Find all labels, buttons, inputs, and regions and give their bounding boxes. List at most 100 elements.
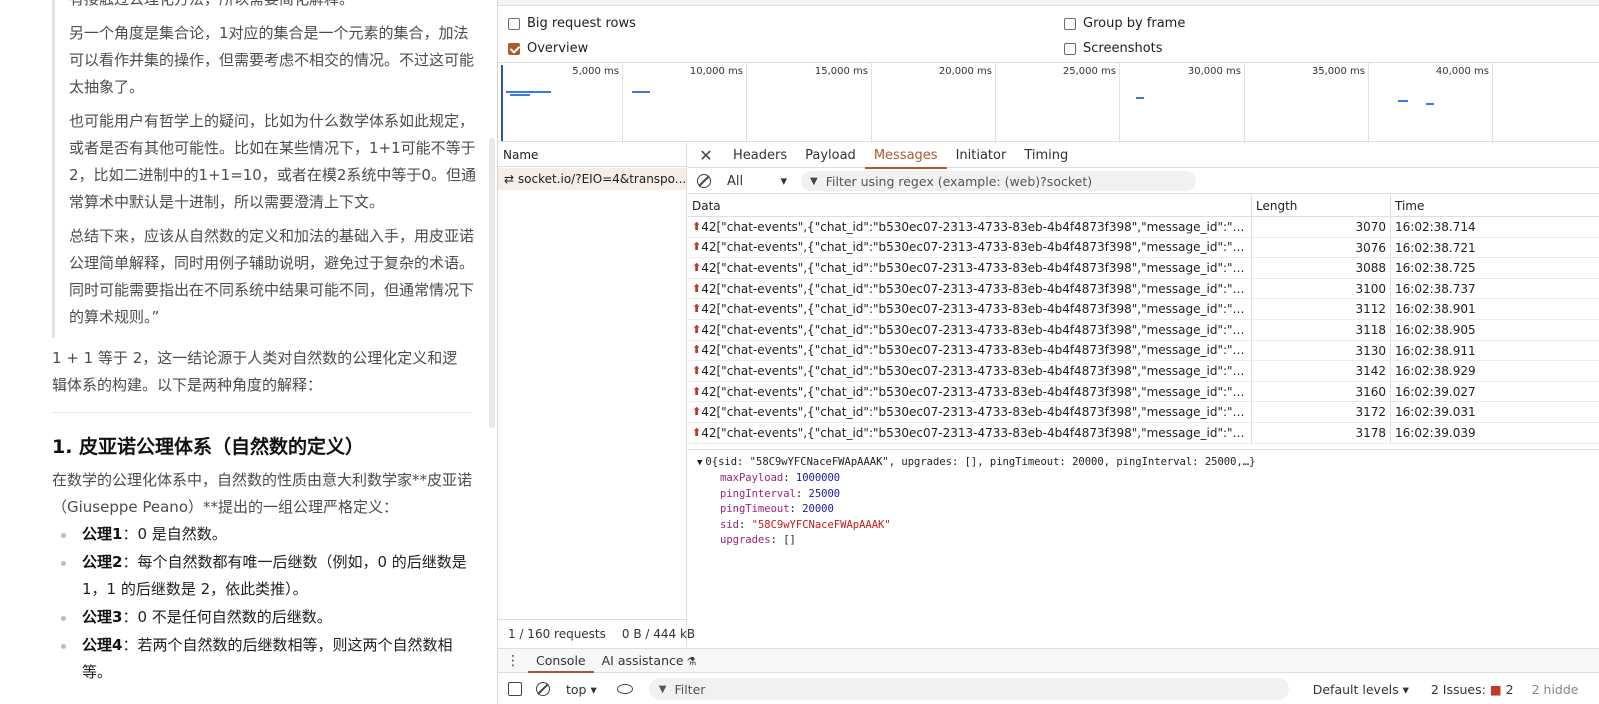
eye-icon[interactable] xyxy=(616,684,633,694)
message-time: 16:02:38.901 xyxy=(1395,302,1476,317)
message-time: 16:02:39.039 xyxy=(1395,425,1476,440)
sidebar-toggle-icon[interactable] xyxy=(508,682,522,696)
big-request-rows-checkbox[interactable] xyxy=(508,17,520,30)
screenshots-checkbox[interactable] xyxy=(1064,42,1076,55)
request-detail-tabs: ✕ Headers Payload Messages Initiator Tim… xyxy=(688,143,1599,169)
message-length: 3070 xyxy=(1252,217,1391,237)
messages-table-header: Data Length Time xyxy=(688,195,1599,217)
message-data-cell: ⬆ 42["chat-events",{"chat_id":"b530ec07-2… xyxy=(688,381,1252,402)
message-data: 42["chat-events",{"chat_id":"b530ec07-23… xyxy=(701,405,1251,420)
table-row[interactable]: ⬆ 42["chat-events",{"chat_id":"b530ec07-2… xyxy=(688,278,1599,300)
table-row[interactable]: ⬆ 42["chat-events",{"chat_id":"b530ec07-2… xyxy=(688,299,1599,320)
axiom-text: ：每个自然数都有唯一后继数（例如，0 的后继数是 1，1 的后继数是 2，依此类… xyxy=(82,553,467,598)
section-heading: 1. 皮亚诺公理体系（自然数的定义） xyxy=(52,436,365,458)
overview-checkbox[interactable] xyxy=(508,42,520,55)
name-column-header[interactable]: Name xyxy=(498,143,687,167)
overview-request-bar xyxy=(632,91,650,93)
console-filter-input[interactable]: ▼ Filter xyxy=(648,678,1289,700)
message-time: 16:02:38.905 xyxy=(1395,322,1476,337)
message-time: 16:02:38.737 xyxy=(1395,281,1476,296)
message-filter-input[interactable]: ▼ Filter using regex (example: (web)?soc… xyxy=(801,171,1196,191)
tab-initiator[interactable]: Initiator xyxy=(947,143,1016,168)
tab-console[interactable]: Console xyxy=(528,649,594,673)
arrow-up-icon: ⬆ xyxy=(692,240,702,254)
table-row[interactable]: ⬆ 42["chat-events",{"chat_id":"b530ec07-2… xyxy=(688,237,1599,259)
table-row[interactable]: ⬆ 42["chat-events",{"chat_id":"b530ec07-2… xyxy=(688,217,1599,238)
message-type-select[interactable]: All ▾ xyxy=(727,174,787,189)
messages-filter-bar: All ▾ ▼ Filter using regex (example: (we… xyxy=(688,169,1599,194)
message-length: 3178 xyxy=(1252,422,1391,443)
arrow-up-icon: ⬆ xyxy=(692,384,702,398)
column-header-data[interactable]: Data xyxy=(688,195,1252,216)
axiom-text: ：0 是自然数。 xyxy=(122,525,227,543)
request-count: 1 / 160 requests xyxy=(508,627,606,641)
timeline-tick: 15,000 ms xyxy=(815,63,872,143)
group-by-frame-checkbox[interactable] xyxy=(1064,17,1076,30)
column-header-length[interactable]: Length xyxy=(1252,195,1391,216)
tab-ai-assistance[interactable]: AI assistance ⚗ xyxy=(594,649,705,673)
clear-console-icon[interactable] xyxy=(536,682,550,696)
issues-button[interactable]: 2 Issues: ■ 2 xyxy=(1431,682,1514,697)
table-row[interactable]: ⬆ 42["chat-events",{"chat_id":"b530ec07-2… xyxy=(688,340,1599,362)
message-data-cell: ⬆ 42["chat-events",{"chat_id":"b530ec07-2… xyxy=(688,217,1252,237)
hidden-count: 2 hidde xyxy=(1531,681,1579,697)
filter-icon: ▼ xyxy=(658,683,667,695)
overview-marker[interactable] xyxy=(501,65,503,141)
table-row[interactable]: ⬆ 42["chat-events",{"chat_id":"b530ec07-2… xyxy=(688,422,1599,444)
column-header-time[interactable]: Time xyxy=(1391,195,1599,216)
message-data: 42["chat-events",{"chat_id":"b530ec07-23… xyxy=(701,322,1251,337)
more-options-icon[interactable]: ⋮ xyxy=(498,653,528,669)
message-data-cell: ⬆ 42["chat-events",{"chat_id":"b530ec07-2… xyxy=(688,278,1252,299)
clear-messages-icon[interactable] xyxy=(697,174,711,188)
option-label: Big request rows xyxy=(527,16,636,31)
log-levels-select[interactable]: Default levels ▾ xyxy=(1313,682,1409,697)
devtools-panel: Big request rows Overview Group by frame… xyxy=(497,0,1599,704)
expand-triangle-icon[interactable]: ▼ xyxy=(697,458,702,468)
tab-messages[interactable]: Messages xyxy=(864,143,947,169)
filter-placeholder: Filter xyxy=(674,681,706,697)
timeline-tick: 10,000 ms xyxy=(690,63,747,143)
answer-paragraph: 在数学的公理化体系中，自然数的性质由意大利数学家**皮亚诺（Giuseppe P… xyxy=(52,471,473,516)
tab-payload[interactable]: Payload xyxy=(796,143,865,168)
timeline-tick: 35,000 ms xyxy=(1312,63,1369,143)
message-time: 16:02:38.721 xyxy=(1395,240,1476,255)
overview-option[interactable]: Overview xyxy=(508,41,588,56)
table-row[interactable]: ⬆ 42["chat-events",{"chat_id":"b530ec07-2… xyxy=(688,361,1599,382)
request-row-socketio[interactable]: ⇄ socket.io/?EIO=4&transpo... xyxy=(498,168,687,190)
message-length: 3088 xyxy=(1252,258,1391,278)
screenshots-option[interactable]: Screenshots xyxy=(1064,41,1163,56)
property-colon: : xyxy=(738,518,752,531)
list-item: 公理2：每个自然数都有唯一后继数（例如，0 的后继数是 1，1 的后继数是 2，… xyxy=(52,549,472,603)
messages-table-body: ⬆ 42["chat-events",{"chat_id":"b530ec07-2… xyxy=(688,217,1599,444)
filter-placeholder: Filter using regex (example: (web)?socke… xyxy=(825,173,1093,189)
table-row[interactable]: ⬆ 42["chat-events",{"chat_id":"b530ec07-2… xyxy=(688,258,1599,279)
tab-headers[interactable]: Headers xyxy=(724,143,796,168)
preview-property: upgrades: [] xyxy=(720,533,796,549)
tab-timing[interactable]: Timing xyxy=(1015,143,1077,168)
issue-badge-icon: ■ xyxy=(1489,681,1502,697)
message-data: 42["chat-events",{"chat_id":"b530ec07-23… xyxy=(701,425,1251,440)
quote-paragraph: 也可能用户有哲学上的疑问，比如为什么数学体系如此规定，或者是否有其他可能性。比如… xyxy=(69,112,476,211)
property-key: upgrades xyxy=(720,534,771,546)
overview-request-bar xyxy=(506,91,551,93)
table-row[interactable]: ⬆ 42["chat-events",{"chat_id":"b530ec07-2… xyxy=(688,381,1599,403)
message-length: 3100 xyxy=(1252,278,1391,299)
table-row[interactable]: ⬆ 42["chat-events",{"chat_id":"b530ec07-2… xyxy=(688,402,1599,423)
context-selector[interactable]: top ▾ xyxy=(566,682,597,697)
article-scrollbar[interactable] xyxy=(489,138,495,428)
arrow-up-icon: ⬆ xyxy=(692,302,702,316)
quote-paragraph: 另一个角度是集合论，1对应的集合是一个元素的集合，加法可以看作并集的操作，但需要… xyxy=(69,24,475,96)
property-value: [] xyxy=(783,534,796,546)
message-length: 3160 xyxy=(1252,381,1391,402)
message-data: 42["chat-events",{"chat_id":"b530ec07-23… xyxy=(701,343,1251,358)
message-data-cell: ⬆ 42["chat-events",{"chat_id":"b530ec07-2… xyxy=(688,402,1252,422)
big-request-rows-option[interactable]: Big request rows xyxy=(508,16,636,31)
network-overview-timeline[interactable]: 5,000 ms 10,000 ms 15,000 ms 20,000 ms 2… xyxy=(498,62,1599,143)
message-data-cell: ⬆ 42["chat-events",{"chat_id":"b530ec07-2… xyxy=(688,237,1252,258)
close-icon[interactable]: ✕ xyxy=(688,146,724,165)
group-by-frame-option[interactable]: Group by frame xyxy=(1064,16,1185,31)
preview-summary[interactable]: ▼ 0{sid: "58C9wYFCNaceFWApAAAK", upgrades… xyxy=(697,455,1255,472)
message-length: 3130 xyxy=(1252,340,1391,361)
overview-request-bar xyxy=(510,94,530,96)
table-row[interactable]: ⬆ 42["chat-events",{"chat_id":"b530ec07-2… xyxy=(688,319,1599,341)
